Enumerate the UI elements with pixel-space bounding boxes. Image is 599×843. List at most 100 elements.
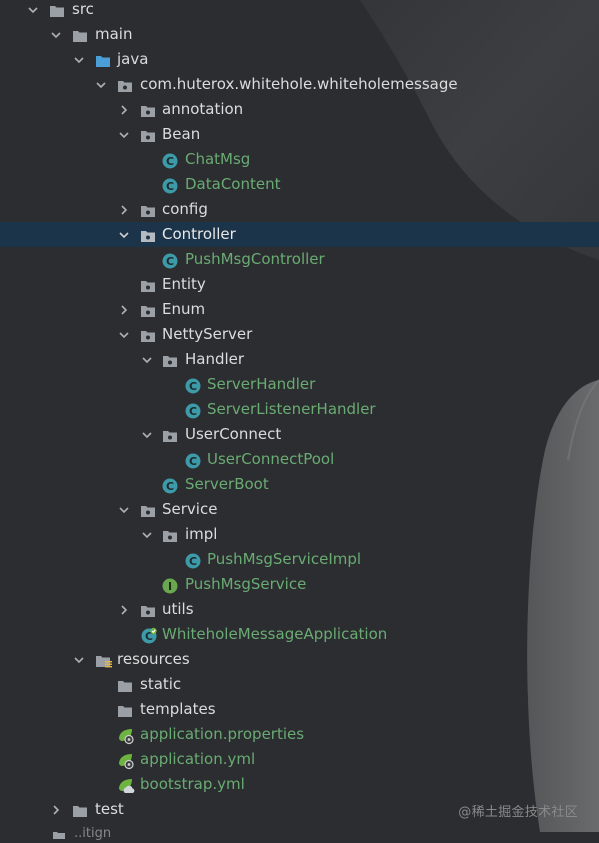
tree-label: main (95, 25, 133, 43)
chevron-down-icon[interactable] (140, 347, 154, 372)
svg-text:C: C (166, 155, 174, 168)
tree-label: ServerHandler (207, 375, 316, 393)
tree-row-pushmsgserviceimpl[interactable]: C PushMsgServiceImpl (0, 547, 599, 572)
tree-row-config[interactable]: config (0, 197, 599, 222)
tree-row-enum[interactable]: Enum (0, 297, 599, 322)
tree-label: UserConnectPool (207, 450, 335, 468)
tree-row-serverboot[interactable]: C ServerBoot (0, 472, 599, 497)
resources-folder-icon (95, 652, 112, 668)
chevron-down-icon[interactable] (117, 222, 131, 247)
tree-label: WhiteholeMessageApplication (162, 625, 388, 643)
chevron-down-icon[interactable] (26, 0, 40, 22)
package-icon (140, 102, 156, 118)
tree-label: Entity (162, 275, 206, 293)
tree-row-handler[interactable]: Handler (0, 347, 599, 372)
svg-text:I: I (168, 580, 172, 593)
folder-icon (49, 2, 65, 18)
chevron-right-icon[interactable] (117, 597, 131, 622)
tree-label: utils (162, 600, 194, 618)
tree-row-application-class[interactable]: C WhiteholeMessageApplication (0, 622, 599, 647)
tree-label: com.huterox.whitehole.whiteholemessage (140, 75, 458, 93)
chevron-down-icon[interactable] (140, 522, 154, 547)
tree-label: config (162, 200, 208, 218)
tree-row-nettyserver[interactable]: NettyServer (0, 322, 599, 347)
tree-label: ServerListenerHandler (207, 400, 376, 418)
tree-row-utils[interactable]: utils (0, 597, 599, 622)
package-icon (140, 602, 156, 618)
tree-label: ChatMsg (185, 150, 251, 168)
tree-row-static[interactable]: static (0, 672, 599, 697)
tree-label: PushMsgController (185, 250, 325, 268)
tree-row-chatmsg[interactable]: C ChatMsg (0, 147, 599, 172)
folder-icon (117, 677, 133, 693)
java-class-icon: C (162, 152, 178, 169)
tree-label: resources (117, 650, 190, 668)
chevron-down-icon[interactable] (72, 647, 86, 672)
tree-row-resources[interactable]: resources (0, 647, 599, 672)
chevron-right-icon[interactable] (117, 297, 131, 322)
chevron-down-icon[interactable] (49, 22, 63, 47)
chevron-down-icon[interactable] (140, 422, 154, 447)
tree-row-impl[interactable]: impl (0, 522, 599, 547)
tree-label: Controller (162, 225, 236, 243)
tree-row-pushmsgservice[interactable]: I PushMsgService (0, 572, 599, 597)
tree-row-annotation[interactable]: annotation (0, 97, 599, 122)
tree-row-userconnectpool[interactable]: C UserConnectPool (0, 447, 599, 472)
tree-row-pushmsgcontroller[interactable]: C PushMsgController (0, 247, 599, 272)
folder-icon (117, 702, 133, 718)
tree-row-templates[interactable]: templates (0, 697, 599, 722)
package-icon (162, 427, 178, 443)
tree-row-src[interactable]: src (0, 0, 599, 22)
tree-row-service[interactable]: Service (0, 497, 599, 522)
tree-label: bootstrap.yml (140, 775, 245, 793)
tree-label: java (117, 50, 149, 68)
tree-label: Handler (185, 350, 245, 368)
chevron-right-icon[interactable] (117, 97, 131, 122)
folder-icon (72, 802, 88, 818)
chevron-down-icon[interactable] (117, 497, 131, 522)
tree-row-package[interactable]: com.huterox.whitehole.whiteholemessage (0, 72, 599, 97)
tree-row-entity[interactable]: Entity (0, 272, 599, 297)
java-class-icon: C (185, 377, 201, 394)
tree-label: UserConnect (185, 425, 282, 443)
tree-label: application.properties (140, 725, 305, 743)
tree-row-bootstrap-yml[interactable]: bootstrap.yml (0, 772, 599, 797)
chevron-down-icon[interactable] (117, 122, 131, 147)
java-interface-icon: I (162, 577, 178, 594)
chevron-right-icon[interactable] (117, 197, 131, 222)
package-icon (140, 302, 156, 318)
package-icon (140, 127, 156, 143)
tree-row-application-properties[interactable]: application.properties (0, 722, 599, 747)
tree-label: ServerBoot (185, 475, 269, 493)
tree-row-bean[interactable]: Bean (0, 122, 599, 147)
svg-text:C: C (189, 455, 197, 468)
package-icon (140, 202, 156, 218)
package-icon (117, 77, 133, 93)
tree-row-application-yml[interactable]: application.yml (0, 747, 599, 772)
tree-label: Service (162, 500, 218, 518)
spring-config-icon (117, 752, 134, 770)
tree-label: templates (140, 700, 216, 718)
tree-row-controller[interactable]: Controller (0, 222, 599, 247)
svg-text:C: C (189, 405, 197, 418)
package-icon (140, 227, 156, 243)
tree-row-datacontent[interactable]: C DataContent (0, 172, 599, 197)
tree-row-serverhandler[interactable]: C ServerHandler (0, 372, 599, 397)
java-class-icon: C (185, 452, 201, 469)
tree-row-userconnect[interactable]: UserConnect (0, 422, 599, 447)
tree-row-main[interactable]: main (0, 22, 599, 47)
svg-text:C: C (189, 555, 197, 568)
tree-label: static (140, 675, 182, 693)
tree-label: DataContent (185, 175, 281, 193)
spring-cloud-config-icon (117, 777, 135, 793)
tree-label: Bean (162, 125, 201, 143)
watermark: @稀土掘金技术社区 (458, 805, 578, 820)
chevron-down-icon[interactable] (72, 47, 86, 72)
chevron-down-icon[interactable] (94, 72, 108, 97)
chevron-right-icon[interactable] (49, 797, 63, 822)
chevron-down-icon[interactable] (117, 322, 131, 347)
tree-row-java[interactable]: java (0, 47, 599, 72)
tree-label: impl (185, 525, 218, 543)
tree-row-serverlistenerhandler[interactable]: C ServerListenerHandler (0, 397, 599, 422)
tree-label: PushMsgService (185, 575, 307, 593)
